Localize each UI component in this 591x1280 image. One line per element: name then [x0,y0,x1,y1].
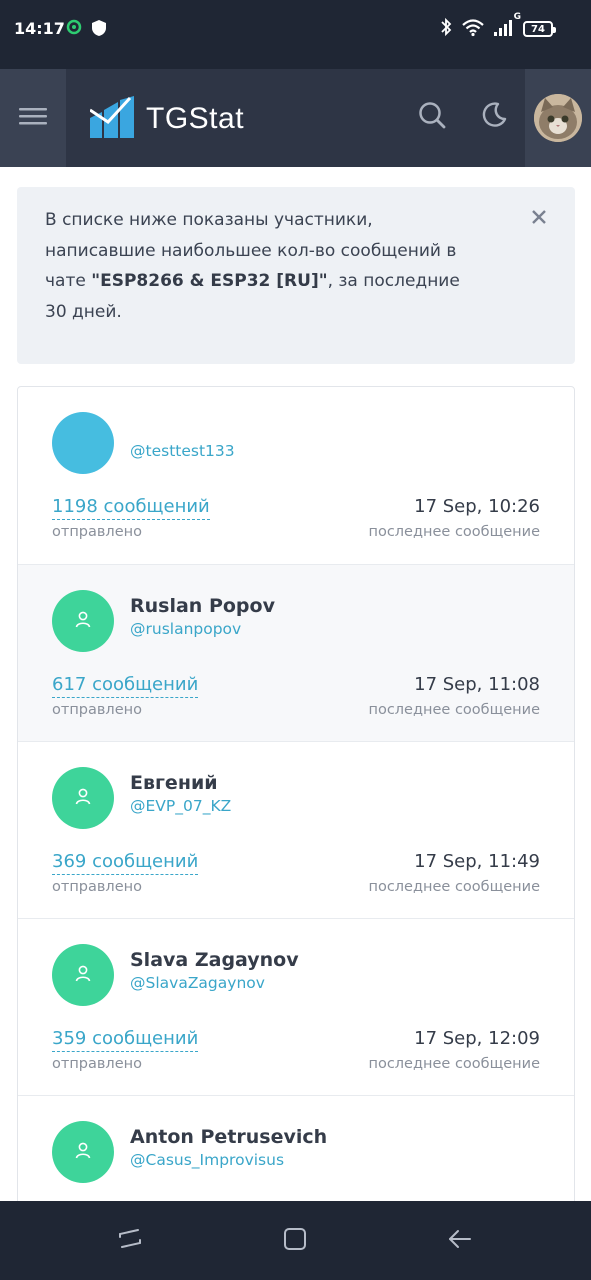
members-list: @testtest133 1198 сообщений отправлено 1… [17,386,575,1201]
system-nav-bar [0,1201,591,1280]
logo-icon [89,96,134,142]
list-item[interactable]: Евгений @EVP_07_KZ 369 сообщений отправл… [18,741,574,918]
member-handle[interactable]: @testtest133 [130,442,235,460]
moon-icon [480,101,508,133]
message-count[interactable]: 359 сообщений [52,1027,199,1052]
avatar [534,94,582,142]
profile-button[interactable] [525,69,591,167]
last-message-date: 17 Sep, 12:09 [414,1028,540,1049]
sync-icon [66,19,84,37]
brand-name: TGStat [146,102,245,135]
member-handle[interactable]: @Casus_Improvisus [130,1151,284,1169]
last-message-date: 17 Sep, 11:49 [414,851,540,872]
network-type: G [513,12,521,22]
status-bar: 14:17 G 74 [0,0,591,69]
list-item[interactable]: @testtest133 1198 сообщений отправлено 1… [18,387,574,564]
avatar [52,412,114,474]
member-handle[interactable]: @ruslanpopov [130,620,241,638]
member-name: Anton Petrusevich [130,1126,328,1148]
wifi-icon [461,17,485,41]
search-icon [418,101,446,133]
member-name: Евгений [130,772,218,794]
last-message-date: 17 Sep, 10:26 [414,496,540,517]
user-icon [74,964,92,986]
battery-indicator: 74 [523,21,556,37]
chat-name: "ESP8266 & ESP32 [RU]" [91,271,328,291]
recent-apps-button[interactable] [112,1223,148,1259]
last-message-label: последнее сообщение [368,702,540,718]
main-content: В списке ниже показаны участники, написа… [0,167,591,1201]
avatar [52,1121,114,1183]
alert-text: В списке ниже показаны участники, написа… [45,210,460,322]
back-button[interactable] [442,1223,478,1259]
member-name: Slava Zagaynov [130,949,299,971]
recent-apps-icon [117,1226,143,1256]
close-icon [532,204,546,235]
last-message-label: последнее сообщение [368,1056,540,1072]
user-icon [74,787,92,809]
signal-icon: G [493,12,521,41]
search-button[interactable] [412,97,452,137]
user-icon [74,1141,92,1163]
menu-button[interactable] [0,69,66,167]
avatar [52,590,114,652]
alert-close-button[interactable] [529,209,549,229]
bluetooth-icon [439,17,453,41]
last-message-date: 17 Sep, 11:08 [414,674,540,695]
user-icon [74,610,92,632]
back-icon [447,1226,473,1256]
brand-logo[interactable]: TGStat [89,96,245,142]
message-count[interactable]: 617 сообщений [52,673,199,698]
list-item[interactable]: Slava Zagaynov @SlavaZagaynov 359 сообще… [18,918,574,1095]
avatar [52,767,114,829]
message-count[interactable]: 369 сообщений [52,850,199,875]
home-button[interactable] [277,1223,313,1259]
sent-label: отправлено [52,524,142,540]
message-count[interactable]: 1198 сообщений [52,495,210,520]
member-name: Ruslan Popov [130,595,275,617]
last-message-label: последнее сообщение [368,879,540,895]
avatar [52,944,114,1006]
last-message-label: последнее сообщение [368,524,540,540]
member-handle[interactable]: @EVP_07_KZ [130,797,231,815]
sent-label: отправлено [52,702,142,718]
home-icon [282,1226,308,1256]
list-item[interactable]: Anton Petrusevich @Casus_Improvisus [18,1095,574,1201]
theme-toggle-button[interactable] [474,97,514,137]
clock: 14:17 [14,19,65,38]
member-handle[interactable]: @SlavaZagaynov [130,974,265,992]
menu-icon [19,106,47,130]
info-alert: В списке ниже показаны участники, написа… [17,187,575,364]
list-item[interactable]: Ruslan Popov @ruslanpopov 617 сообщений … [18,564,574,741]
shield-icon [91,19,109,37]
sent-label: отправлено [52,879,142,895]
app-header: TGStat [0,69,591,167]
sent-label: отправлено [52,1056,142,1072]
